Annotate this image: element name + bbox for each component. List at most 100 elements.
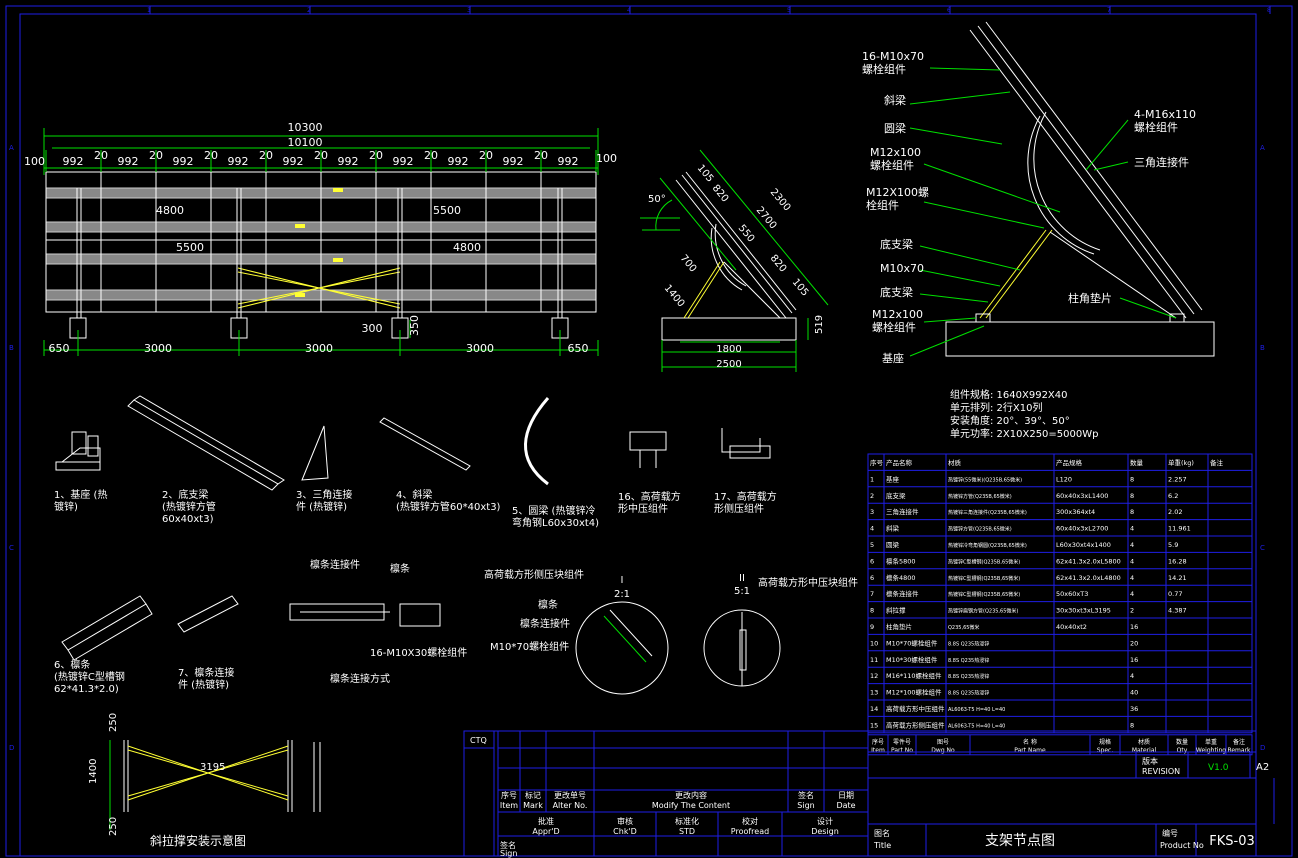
tb-row2-en-4: Design <box>811 827 839 836</box>
node-label-6-line-0: M10x70 <box>880 262 924 275</box>
bom-cell-12-0: 12 <box>870 672 878 680</box>
bom-cell-5-1: 檩条5800 <box>886 556 916 565</box>
drawing-code: FKS-03 <box>1209 834 1255 849</box>
bom-colhead-4: 规格 <box>1099 738 1111 746</box>
purlin-title: 檩条连接方式 <box>330 672 390 685</box>
bom-cell-14-0: 14 <box>870 705 878 713</box>
tb-row2-en-2: STD <box>679 827 695 836</box>
revision-label: 版本 <box>1142 756 1158 766</box>
bom-cell-5-0: 6 <box>870 557 874 565</box>
outer-frame <box>5 5 1293 857</box>
brace-dim-1400: 1400 <box>88 759 99 784</box>
sec-700: 700 <box>678 253 699 275</box>
plan-edge-right: 100 <box>596 152 617 165</box>
bom-cell-2-3: 300x364xt4 <box>1056 508 1095 516</box>
brace-dim-250a: 250 <box>108 713 119 732</box>
module-dim-6: 992 <box>393 155 414 168</box>
bom-cell-14-2: AL6063-T5 H=40 L=40 <box>948 707 1005 713</box>
tb-row2-en-1: Chk'D <box>613 827 637 836</box>
gap-dim-6: 20 <box>424 149 438 162</box>
bom-cell-4-0: 5 <box>870 541 874 549</box>
bom-colhead-8: 备注 <box>1233 738 1245 746</box>
bom-cell-8-5: 4.387 <box>1168 607 1187 615</box>
bom-cell-2-5: 2.02 <box>1168 508 1182 516</box>
bom-cell-2-1: 三角连接件 <box>886 507 919 516</box>
bom-cell-11-1: M10*30螺栓组件 <box>886 655 938 664</box>
bom-cell-6-2: 热镀锌C型槽钢(Q235B,65微米) <box>948 575 1020 582</box>
part-label-0-line-0: 1、基座 (热 <box>54 488 107 501</box>
bom-cell-3-5: 11.961 <box>1168 525 1191 533</box>
module-dim-7: 992 <box>448 155 469 168</box>
bom-header-6: 备注 <box>1210 458 1224 467</box>
plan-bottom-3: 3000 <box>466 342 494 355</box>
node-label-4-line-1: 栓组件 <box>866 198 899 212</box>
node-label-1-line-0: 斜梁 <box>884 93 906 107</box>
bom-cell-4-2: 热镀锌冷弯角钢圆(Q235B,65微米) <box>948 542 1027 549</box>
bom-cell-3-2: 热镀锌方管(Q235B,65微米) <box>948 526 1012 533</box>
bom-cell-3-1: 斜梁 <box>886 524 900 533</box>
bom-cell-10-2: 8.8S Q235热浸锌 <box>948 640 989 647</box>
spec-block: 组件规格: 1640X992X40 单元排列: 2行X10列 安装角度: 20°… <box>950 388 1099 440</box>
bom-cell-5-5: 16.28 <box>1168 557 1187 565</box>
tb-row1-en-1: Mark <box>523 801 543 810</box>
part-label-1-line-1: (热镀锌方管 <box>162 500 216 513</box>
purlin-label-conn: 檩条连接件 <box>310 558 360 571</box>
plan-dim-5500-b: 5500 <box>176 241 204 254</box>
frame-col-3: 3 <box>467 7 471 14</box>
bom-cell-3-0: 4 <box>870 525 874 533</box>
bom-colhead-en-6: Qty <box>1177 747 1188 754</box>
part-label-5-line-1: 形中压组件 <box>618 502 668 515</box>
tb-row2-4: 设计 <box>817 816 833 826</box>
revision-label-en: REVISION <box>1142 767 1180 776</box>
module-dim-3: 992 <box>228 155 249 168</box>
node-label-2-line-0: 圆梁 <box>884 121 906 135</box>
bom-cell-4-1: 圆梁 <box>886 540 900 549</box>
bom-cell-2-0: 3 <box>870 508 874 516</box>
brace-labels: 250 1400 250 3195 斜拉撑安装示意图 <box>88 713 246 848</box>
sec-2700: 2700 <box>754 205 779 232</box>
bom-table: 序号 产品名称 材质 产品规格 数量 单重(kg) 备注1 基座 热镀锌(55微米)(Q235B… <box>867 453 1253 756</box>
module-dim-9: 992 <box>558 155 579 168</box>
bom-cell-12-1: M16*110螺栓组件 <box>886 671 942 680</box>
bom-colhead-1: 零件号 <box>893 738 911 746</box>
sec-1800: 1800 <box>716 344 741 355</box>
node-label-0-line-1: 螺栓组件 <box>862 62 906 76</box>
bom-header-4: 数量 <box>1130 458 1144 467</box>
plan-dim-4800-b: 4800 <box>453 241 481 254</box>
brace-diagram <box>109 740 321 830</box>
part-label-3-line-0: 4、斜梁 <box>396 488 432 501</box>
drawing-name: 支架节点图 <box>985 833 1055 849</box>
part-label-8-line-1: 件 (热镀锌) <box>178 678 229 691</box>
purlin-label-bolt: 16-M10X30螺栓组件 <box>370 646 467 659</box>
node-label-8-line-1: 螺栓组件 <box>872 320 916 334</box>
detail-labels: I 2:1 高荷载方形侧压块组件 檩条 檩条连接件 M10*70螺栓组件 II … <box>484 568 858 653</box>
frame-zone-marks: 1 2 3 4 5 6 7 8A AB BC CD D <box>9 6 1271 752</box>
plan-inner-dim: 10100 <box>288 136 323 149</box>
tb-row2-en-0: Appr'D <box>532 827 559 836</box>
bom-colhead-5: 材质 <box>1138 738 1150 746</box>
detail-1-label-2: 檩条 <box>538 598 558 611</box>
bom-cell-10-4: 20 <box>1130 639 1138 647</box>
bom-cell-12-4: 4 <box>1130 672 1134 680</box>
bom-cell-0-5: 2.257 <box>1168 475 1187 483</box>
bom-cell-1-3: 60x40x3xL1400 <box>1056 492 1108 500</box>
node-label-7-line-0: 底支梁 <box>880 285 913 299</box>
bom-cell-6-1: 檩条4800 <box>886 573 916 582</box>
detail-1-title: I <box>621 575 624 586</box>
module-dim-2: 992 <box>173 155 194 168</box>
gap-dim-3: 20 <box>259 149 273 162</box>
purlin-labels: 檩条连接件 檩条 16-M10X30螺栓组件 檩条连接方式 <box>310 558 467 685</box>
brace-title: 斜拉撑安装示意图 <box>150 833 246 848</box>
part-label-8-line-0: 7、檩条连接 <box>178 666 234 679</box>
bom-cell-7-3: 50x60xT3 <box>1056 590 1088 598</box>
bom-colhead-en-7: Weighting <box>1196 747 1226 754</box>
plan-overall-dim: 10300 <box>288 121 323 134</box>
tb-row1-3: 更改内容 <box>675 790 707 800</box>
spec-line-3: 单元功率: 2X10X250=5000Wp <box>950 427 1099 440</box>
bom-cell-12-2: 8.8S Q235热浸锌 <box>948 673 989 680</box>
tb-row1-en-0: Item <box>500 801 518 810</box>
bom-colhead-3: 名 称 <box>1023 738 1037 746</box>
bom-cell-7-5: 0.77 <box>1168 590 1182 598</box>
sec-820b: 820 <box>768 253 789 275</box>
tb-row1-en-3: Modify The Content <box>652 801 730 810</box>
